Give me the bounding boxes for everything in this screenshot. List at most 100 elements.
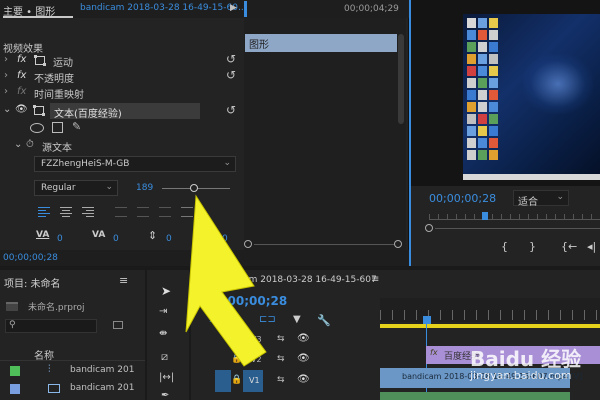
sequence-tab[interactable]: bandicam 2018-03-28 16-49-15-607 bbox=[213, 275, 377, 285]
timeline-timecode[interactable]: 00;00;00;28 bbox=[206, 294, 287, 308]
eye-icon[interactable]: 👁 bbox=[297, 374, 310, 385]
transform-icon bbox=[34, 55, 46, 66]
timeline-menu-icon[interactable]: ≡ bbox=[371, 274, 379, 285]
razor-tool-icon[interactable]: ⧄ bbox=[161, 350, 168, 364]
go-to-in-icon[interactable]: {← bbox=[561, 240, 577, 253]
expand-chevron-icon[interactable]: › bbox=[4, 54, 8, 65]
slip-tool-icon[interactable]: |↔| bbox=[159, 372, 174, 383]
track-label: V2 bbox=[251, 355, 262, 364]
fx-badge: fx bbox=[17, 54, 27, 65]
collapse-chevron-icon[interactable]: ⌄ bbox=[3, 104, 11, 115]
lock-icon[interactable]: 🔒 bbox=[231, 375, 242, 385]
nest-icon[interactable]: ⇲ bbox=[209, 314, 217, 325]
watermark-text: Baidu 经验 bbox=[470, 347, 582, 371]
expand-chevron-icon[interactable]: › bbox=[4, 86, 8, 97]
ellipse-mask-icon[interactable] bbox=[30, 123, 44, 133]
reset-icon[interactable]: ↺ bbox=[226, 68, 236, 82]
font-style-dropdown[interactable]: Regular ⌄ bbox=[34, 180, 118, 196]
effect-name: 不透明度 bbox=[34, 74, 74, 85]
font-size-value[interactable]: 189 bbox=[136, 183, 153, 193]
effect-row-time-remap[interactable]: › fx 时间重映射 bbox=[0, 86, 244, 101]
column-divider bbox=[0, 360, 145, 361]
zoom-handle-left[interactable] bbox=[425, 224, 433, 232]
sync-lock-icon[interactable]: ⇆ bbox=[277, 334, 285, 344]
footer-timecode[interactable]: 00;00;00;28 bbox=[3, 253, 58, 263]
lock-icon[interactable]: 🔒 bbox=[231, 354, 242, 364]
font-size-slider-handle[interactable] bbox=[190, 184, 198, 192]
kerning-value[interactable]: 0 bbox=[113, 234, 119, 244]
playhead-marker[interactable] bbox=[482, 212, 488, 220]
search-input[interactable]: ⚲ bbox=[5, 319, 97, 333]
mini-scroll-track bbox=[254, 244, 394, 245]
effect-row-motion[interactable]: › fx 运动 ↺ bbox=[0, 52, 244, 69]
play-icon[interactable]: ▶ bbox=[230, 3, 237, 13]
new-bin-icon[interactable] bbox=[113, 321, 123, 329]
selection-tool-icon[interactable]: ➤ bbox=[161, 284, 171, 298]
justify-right-button[interactable] bbox=[159, 207, 171, 217]
section-video-effects: 视频效果 bbox=[3, 44, 43, 55]
video-clip-icon bbox=[48, 384, 60, 393]
collapse-chevron-icon[interactable]: ⌄ bbox=[14, 139, 22, 150]
linked-selection-icon[interactable]: ⊏⊐ bbox=[259, 314, 276, 325]
project-item[interactable]: bandicam 201 bbox=[0, 381, 145, 397]
font-family-dropdown[interactable]: FZZhengHeiS-M-GB ⌄ bbox=[34, 156, 236, 172]
clip-tab[interactable]: bandicam 2018-03-28 16-49-15-60... bbox=[80, 3, 247, 13]
justify-left-button[interactable] bbox=[115, 207, 127, 217]
rect-mask-icon[interactable] bbox=[52, 122, 63, 133]
graphic-clip-bar[interactable]: 图形 bbox=[245, 34, 397, 52]
reset-icon[interactable]: ↺ bbox=[226, 103, 236, 117]
sync-lock-icon[interactable]: ⇆ bbox=[277, 354, 285, 364]
active-panel-border bbox=[409, 0, 411, 266]
fx-badge: fx bbox=[17, 86, 27, 97]
timeline-start-marker bbox=[244, 1, 247, 17]
fx-badge: fx bbox=[430, 348, 438, 357]
align-right-button[interactable] bbox=[82, 207, 94, 217]
mark-in-icon[interactable]: { bbox=[501, 240, 508, 253]
stopwatch-icon[interactable]: ⏱ bbox=[26, 139, 34, 150]
mini-scroll-handle-right[interactable] bbox=[394, 240, 402, 248]
tools-panel: ➤ ⇥ ⇼ ⧄ |↔| ✒ bbox=[147, 270, 189, 400]
project-menu-icon[interactable]: ≡ bbox=[119, 274, 128, 287]
mark-out-icon[interactable]: } bbox=[529, 240, 536, 253]
fit-dropdown[interactable]: 适合 ⌄ bbox=[513, 190, 569, 208]
text-layer-row[interactable]: ⌄ 👁 文本(百度经验) ↺ bbox=[0, 103, 244, 120]
justify-center-button[interactable] bbox=[137, 207, 149, 217]
source-patch[interactable] bbox=[215, 370, 231, 392]
pen-tool-icon[interactable]: ✒ bbox=[161, 390, 169, 400]
mini-scroll-handle-left[interactable] bbox=[244, 240, 252, 248]
desktop-taskbar bbox=[463, 174, 600, 180]
effect-row-opacity[interactable]: › fx 不透明度 ↺ bbox=[0, 68, 244, 85]
align-left-button[interactable] bbox=[38, 207, 50, 217]
tracking-value[interactable]: 0 bbox=[57, 234, 63, 244]
program-monitor-panel: 00;00;00;28 适合 ⌄ { } {← ◂| bbox=[411, 0, 600, 266]
align-center-button[interactable] bbox=[60, 207, 72, 217]
justify-all-button[interactable] bbox=[181, 207, 193, 217]
program-timecode[interactable]: 00;00;00;28 bbox=[429, 192, 496, 205]
expand-chevron-icon[interactable]: › bbox=[4, 70, 8, 81]
track-select-tool-icon[interactable]: ⇥ bbox=[159, 306, 167, 317]
mini-scrollbar[interactable] bbox=[398, 34, 404, 124]
sync-lock-icon[interactable]: ⇆ bbox=[277, 375, 285, 385]
work-area-bar[interactable] bbox=[380, 324, 600, 328]
lock-icon[interactable]: 🔒 bbox=[231, 334, 242, 344]
leading-value[interactable]: 0 bbox=[166, 234, 172, 244]
reset-icon[interactable]: ↺ bbox=[226, 52, 236, 66]
eye-icon[interactable]: 👁 bbox=[297, 333, 310, 344]
wrench-icon[interactable]: 🔧 bbox=[317, 314, 331, 327]
snap-icon[interactable]: ∩ bbox=[235, 314, 242, 325]
timeline-close-icon[interactable]: × bbox=[200, 275, 208, 285]
eye-icon[interactable]: 👁 bbox=[297, 353, 310, 364]
text-layer-name: 文本(百度经验) bbox=[54, 109, 122, 120]
project-item[interactable]: ⫶ bandicam 201 bbox=[0, 363, 145, 379]
source-text-row[interactable]: ⌄ ⏱ 源文本 bbox=[0, 139, 244, 154]
desktop-light-glow bbox=[523, 54, 593, 114]
add-marker-icon[interactable]: ▼ bbox=[293, 314, 301, 325]
visibility-eye-icon[interactable]: 👁 bbox=[15, 104, 28, 115]
active-tab-underline bbox=[3, 16, 73, 18]
timeline-playhead-head[interactable] bbox=[423, 316, 431, 324]
project-item-name: bandicam 201 bbox=[70, 383, 135, 393]
pen-mask-icon[interactable]: ✎ bbox=[72, 120, 81, 133]
ripple-edit-tool-icon[interactable]: ⇼ bbox=[159, 328, 167, 339]
step-back-icon[interactable]: ◂| bbox=[587, 240, 596, 253]
baseline-value[interactable]: 0 bbox=[222, 234, 228, 244]
